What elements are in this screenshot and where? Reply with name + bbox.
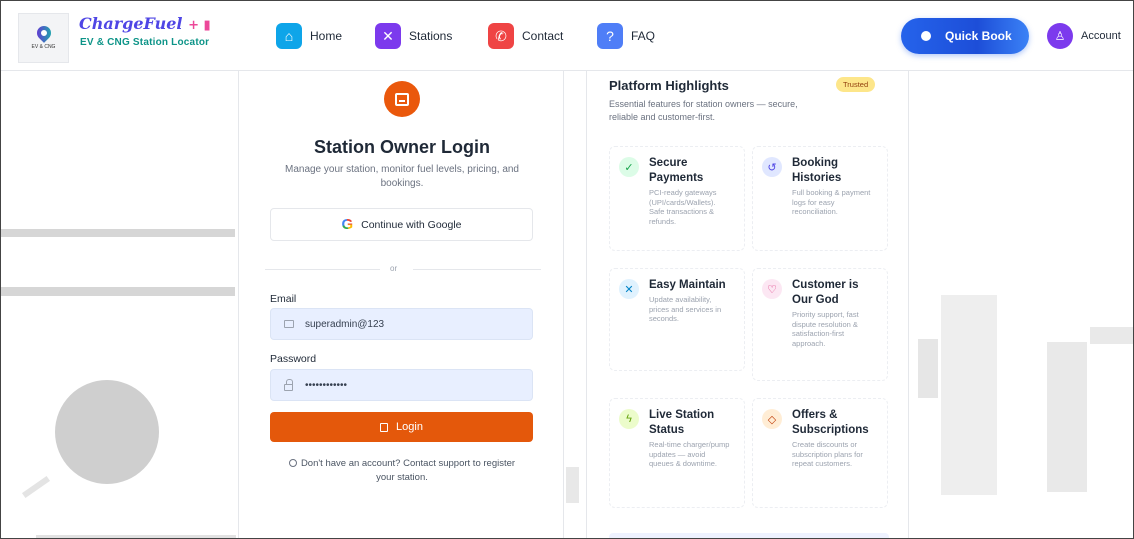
background-decoration [1, 287, 235, 296]
fuel-pump-icon: + ▮ [188, 18, 211, 33]
highlights-footer-strip [609, 533, 889, 538]
background-decoration [918, 339, 938, 398]
location-pin-icon [33, 23, 54, 43]
feature-description: Priority support, fast dispute resolutio… [792, 310, 859, 348]
phone-icon: ✆ [488, 23, 514, 49]
home-icon: ⌂ [276, 23, 302, 49]
highlights-subtitle: Essential features for station owners — … [609, 99, 798, 122]
feature-description: Full booking & payment logs for easy rec… [792, 188, 871, 216]
feature-card-live-station-status: ϟ Live Station Status Real-time charger/… [609, 398, 745, 508]
question-icon: ? [597, 23, 623, 49]
background-decoration [1047, 342, 1087, 492]
feature-card-offers-subscriptions: ◇ Offers & Subscriptions Create discount… [752, 398, 888, 508]
nav-contact[interactable]: ✆ Contact [488, 23, 563, 49]
password-field[interactable] [270, 369, 533, 401]
background-decoration [941, 295, 997, 495]
feature-description: Create discounts or subscription plans f… [792, 440, 863, 468]
feature-title: Booking Histories [792, 157, 842, 184]
tools-icon: ✕ [619, 279, 639, 299]
login-description: Manage your station, monitor fuel levels… [284, 164, 519, 189]
lock-icon [284, 378, 293, 391]
google-signin-label: Continue with Google [361, 218, 462, 231]
shield-check-icon: ✓ [619, 157, 639, 177]
nav-home-label: Home [310, 29, 343, 43]
or-text: or [390, 264, 398, 273]
user-icon: ♙ [1047, 23, 1073, 49]
page-title: Station Owner Login [314, 137, 490, 157]
nav-home[interactable]: ⌂ Home [276, 23, 342, 49]
history-icon: ↺ [762, 157, 782, 177]
login-card: Station Owner Login Manage your station,… [238, 71, 564, 538]
feature-title: Offers & Subscriptions [792, 409, 869, 436]
quick-book-label: Quick Book [945, 29, 1012, 43]
email-field[interactable] [270, 308, 533, 340]
account-label: Account [1081, 30, 1121, 42]
lightning-icon: ϟ [619, 409, 639, 429]
email-input[interactable] [305, 318, 525, 330]
login-icon [380, 422, 389, 432]
email-label: Email [270, 293, 297, 305]
nav-contact-label: Contact [522, 29, 564, 43]
top-navbar: EV & CNG ChargeFuel + ▮ EV & CNG Station… [1, 1, 1133, 71]
feature-card-easy-maintain: ✕ Easy Maintain Update availability, pri… [609, 268, 745, 371]
store-icon [384, 81, 420, 117]
nav-stations[interactable]: ✕ Stations [375, 23, 452, 49]
nav-stations-label: Stations [409, 29, 453, 43]
nav-faq[interactable]: ? FAQ [597, 23, 655, 49]
password-input[interactable] [305, 379, 525, 391]
app-frame: EV & CNG ChargeFuel + ▮ EV & CNG Station… [0, 0, 1134, 539]
feature-description: Real-time charger/pump updates — avoid q… [649, 440, 730, 468]
login-button[interactable]: Login [270, 412, 533, 442]
password-label: Password [270, 353, 317, 365]
highlights-title: Platform Highlights [609, 78, 729, 93]
feature-card-secure-payments: ✓ Secure Payments PCI-ready gateways (UP… [609, 146, 745, 251]
mail-icon [284, 320, 294, 328]
location-dot-icon [921, 31, 931, 41]
heart-icon: ♡ [762, 279, 782, 299]
background-decoration [1, 229, 235, 237]
background-decoration [36, 535, 236, 538]
tag-icon: ◇ [762, 409, 782, 429]
feature-card-customer-is-our-god: ♡ Customer is Our God Priority support, … [752, 268, 888, 381]
trusted-badge: Trusted [836, 77, 876, 92]
support-note-text: Don't have an account? Contact support t… [300, 458, 516, 483]
feature-description: Update availability, prices and services… [649, 295, 722, 323]
brand-title[interactable]: ChargeFuel + ▮ [79, 14, 211, 33]
or-divider: or [265, 264, 541, 274]
feature-description: PCI-ready gateways (UPI/cards/Wallets). … [649, 188, 717, 226]
background-decoration [566, 467, 579, 503]
support-note: Don't have an account? Contact support t… [280, 457, 524, 485]
quick-book-button[interactable]: Quick Book [901, 18, 1029, 54]
account-menu[interactable]: ♙ Account [1047, 23, 1121, 49]
feature-card-booking-histories: ↺ Booking Histories Full booking & payme… [752, 146, 888, 251]
brand-subtitle: EV & CNG Station Locator [80, 37, 210, 48]
feature-title: Secure Payments [649, 157, 704, 184]
background-decoration [21, 475, 51, 499]
google-signin-button[interactable]: G Continue with Google [270, 208, 533, 241]
feature-title: Live Station Status [649, 409, 715, 436]
background-magnifier-graphic [55, 380, 159, 484]
platform-highlights-panel: Platform Highlights Trusted Essential fe… [586, 71, 909, 538]
login-button-label: Login [396, 421, 423, 433]
brand-title-text: ChargeFuel [79, 14, 183, 33]
logo-caption: EV & CNG [31, 44, 56, 50]
google-icon: G [341, 216, 354, 233]
nav-faq-label: FAQ [631, 29, 656, 43]
background-decoration [1090, 327, 1133, 344]
brand-logo[interactable]: EV & CNG [18, 13, 69, 63]
tools-icon: ✕ [375, 23, 401, 49]
feature-title: Customer is Our God [792, 279, 859, 306]
feature-title: Easy Maintain [649, 279, 726, 291]
info-icon [288, 459, 297, 467]
